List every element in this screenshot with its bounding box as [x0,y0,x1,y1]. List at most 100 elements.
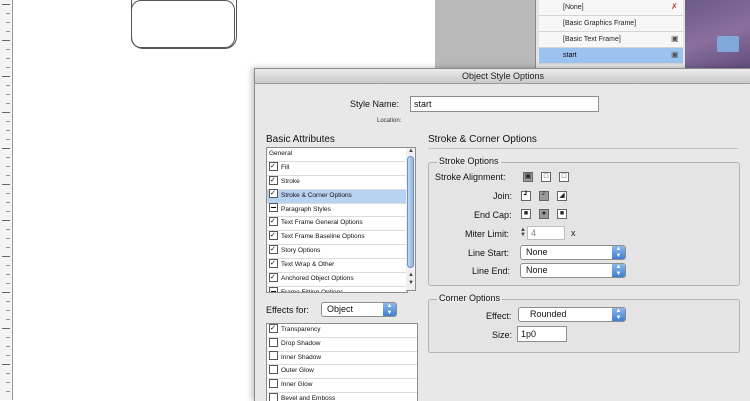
ruler-tick [6,319,10,320]
list-item[interactable]: General [267,148,407,162]
checkbox[interactable] [269,217,278,227]
attributes-scrollbar[interactable]: ▲ ▲ ▼ [406,147,416,291]
list-item[interactable]: Text Wrap & Other [267,258,407,274]
stroke-alignment-label: Stroke Alignment: [435,172,506,182]
effects-for-value: Object [327,304,354,314]
list-item[interactable]: Inner Shadow [267,351,417,366]
ruler-tick [2,328,10,329]
checkbox[interactable] [269,365,278,375]
ruler-tick [2,4,10,5]
checkbox[interactable] [269,175,278,185]
ruler-tick [6,337,10,338]
miter-join-icon[interactable]: ┛ [521,191,531,201]
checkbox[interactable] [269,245,278,255]
dialog-title: Object Style Options [255,69,750,84]
scroll-up-icon[interactable]: ▲ [407,272,415,278]
style-icon: ▣ [671,50,679,59]
list-item[interactable]: Text Frame Baseline Options [267,231,407,246]
checkbox[interactable] [269,337,278,347]
list-item[interactable]: Anchored Object Options [267,272,407,287]
list-item[interactable]: Paragraph Styles [267,203,407,218]
list-item-label: Inner Shadow [281,353,322,361]
ruler-tick [6,85,10,86]
miter-multiplier: x [571,228,576,238]
ruler-tick [6,310,10,311]
object-style-item[interactable]: [Basic Text Frame] ▣ [539,32,683,48]
effects-list[interactable]: Transparency Drop Shadow Inner Shadow Outer… [266,323,418,401]
bevel-join-icon[interactable]: ◢ [557,191,567,201]
basic-attributes-list[interactable]: General Fill Stroke Stroke & Corner Options… [266,147,408,293]
miter-limit-input[interactable]: 4 [527,226,565,240]
ruler-tick [6,103,10,104]
line-end-dropdown[interactable]: None ▲ ▼ [520,263,626,278]
checkbox[interactable] [269,351,278,361]
ruler-tick [6,283,10,284]
list-item[interactable]: Stroke [267,175,407,190]
checkbox[interactable] [269,324,278,333]
list-item[interactable]: Story Options [267,245,407,260]
checkbox[interactable] [269,231,278,241]
list-item[interactable]: Transparency [267,324,417,338]
effects-for-dropdown[interactable]: Object ▲ ▼ [321,302,397,317]
ruler-tick [6,13,10,14]
butt-cap-icon[interactable]: ■ [521,209,531,219]
list-item[interactable]: Drop Shadow [267,337,417,352]
dropdown-arrow-icon: ▲ ▼ [612,264,625,277]
ruler-tick [2,40,10,41]
checkbox[interactable] [269,203,278,213]
align-center-icon[interactable]: ▣ [523,172,533,182]
checkbox[interactable] [269,161,278,171]
list-item-label: Text Frame Baseline Options [281,233,365,241]
miter-spinner-icon[interactable]: ▲ ▼ [520,227,526,238]
list-item-label: Outer Glow [281,367,314,375]
round-join-icon[interactable]: ╯ [539,191,549,201]
object-style-item[interactable]: [Basic Graphics Frame] [539,16,683,32]
text-frame-icon: ▣ [671,34,679,43]
effects-for-label: Effects for: [266,305,309,315]
align-outside-icon[interactable]: □ [559,172,569,182]
list-item-label: Frame Fitting Options [281,288,344,293]
projecting-cap-icon[interactable]: ■ [557,209,567,219]
folder-icon[interactable] [717,36,739,52]
corner-effect-dropdown[interactable]: Rounded ▲ ▼ [518,307,626,322]
scroll-up-icon[interactable]: ▲ [407,148,415,154]
round-cap-icon[interactable]: ● [539,209,549,219]
line-end-label: Line End: [472,266,511,276]
corner-size-input[interactable]: 1p0 [517,326,567,342]
checkbox[interactable] [269,258,278,268]
object-style-item[interactable]: start ▣ [539,48,683,64]
corner-size-label: Size: [492,330,513,340]
corner-effect-value: Rounded [530,309,567,319]
list-item[interactable]: Inner Glow [267,378,417,393]
desktop-background [685,0,750,72]
rounded-rectangle-frame[interactable] [131,0,237,49]
ruler-tick [6,202,10,203]
list-item[interactable]: Stroke & Corner Options [267,189,407,204]
ruler-tick [6,166,10,167]
align-inside-icon[interactable]: □ [541,172,551,182]
style-name-label: Style Name: [350,99,400,109]
line-start-value: None [526,247,548,257]
object-style-item[interactable]: [None] ✗ [539,0,683,16]
list-item[interactable]: Frame Fitting Options [267,286,407,293]
ruler-tick [6,139,10,140]
checkbox[interactable] [269,286,278,292]
style-name-input[interactable]: start [410,96,599,112]
checkbox[interactable] [269,189,278,199]
checkbox[interactable] [269,272,278,282]
ruler-tick [6,265,10,266]
line-start-dropdown[interactable]: None ▲ ▼ [520,245,626,260]
list-item-label: Fill [281,163,290,171]
scroll-down-icon[interactable]: ▼ [407,280,415,286]
checkbox[interactable] [269,378,278,388]
scroll-thumb[interactable] [407,156,414,268]
dropdown-arrow-icon: ▲ ▼ [383,303,396,316]
list-item[interactable]: Fill [267,161,407,176]
list-item-label: Inner Glow [281,381,313,389]
list-item[interactable]: Outer Glow [267,365,417,380]
ruler-tick [6,391,10,392]
ruler-tick [2,292,10,293]
ruler-tick [2,256,10,257]
list-item[interactable]: Text Frame General Options [267,217,407,232]
ruler-tick [6,157,10,158]
